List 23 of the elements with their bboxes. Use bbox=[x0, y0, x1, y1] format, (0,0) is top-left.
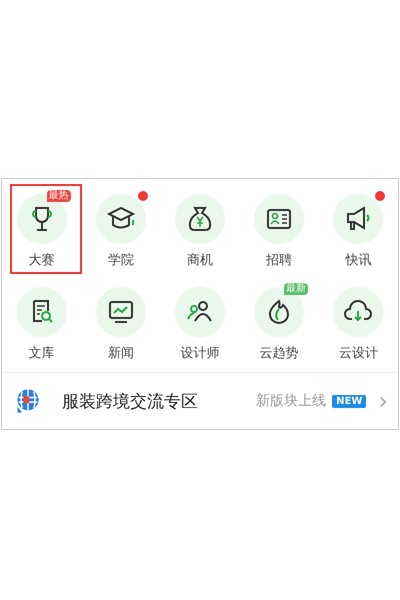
cloud-download-icon[interactable] bbox=[333, 287, 384, 337]
menu-label[interactable]: 学院 bbox=[108, 253, 134, 269]
graduation-cap-icon[interactable] bbox=[96, 194, 146, 244]
menu-label[interactable]: 云趋势 bbox=[260, 346, 299, 362]
menu-label[interactable]: 云设计 bbox=[338, 346, 378, 362]
money-bag-icon[interactable] bbox=[174, 194, 225, 244]
section-title[interactable]: 服装跨境交流专区 bbox=[62, 390, 256, 412]
section-subtitle: 新版块上线 bbox=[256, 392, 326, 410]
menu-label[interactable]: 新闻 bbox=[108, 346, 134, 362]
new-badge: NEW bbox=[332, 394, 366, 408]
status-badge: 最热 bbox=[46, 190, 71, 202]
menu-label[interactable]: 设计师 bbox=[180, 346, 220, 362]
people-icon[interactable] bbox=[174, 287, 225, 337]
monitor-chart-icon[interactable] bbox=[96, 287, 146, 337]
id-card-icon[interactable] bbox=[254, 194, 304, 244]
menu-label[interactable]: 大赛 bbox=[28, 253, 55, 269]
menu-label[interactable]: 快讯 bbox=[345, 253, 372, 269]
menu-label[interactable]: 商机 bbox=[186, 253, 213, 269]
menu-label[interactable]: 文库 bbox=[28, 346, 55, 362]
document-search-icon[interactable] bbox=[16, 287, 67, 337]
megaphone-icon[interactable] bbox=[333, 194, 384, 244]
menu-label[interactable]: 招聘 bbox=[266, 253, 292, 269]
status-badge: 最新 bbox=[284, 283, 308, 295]
